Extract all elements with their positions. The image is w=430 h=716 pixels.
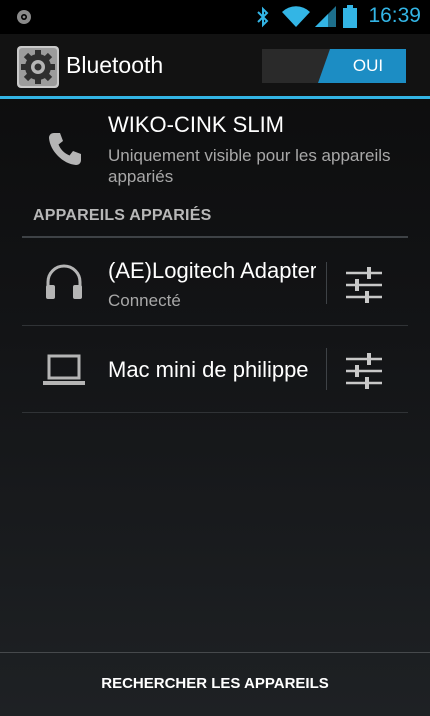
- battery-icon: [343, 5, 357, 28]
- phone-icon: [49, 133, 81, 165]
- signal-icon: [315, 6, 336, 27]
- action-bar-divider: [0, 96, 430, 99]
- settings-app-icon[interactable]: [16, 45, 60, 89]
- row-vertical-divider: [326, 262, 327, 304]
- status-time: 16:39: [368, 4, 421, 27]
- toggle-label: OUI: [352, 56, 384, 75]
- bluetooth-icon: [257, 6, 269, 28]
- laptop-icon: [43, 354, 85, 385]
- paired-device-name: (AE)Logitech Adapter: [108, 258, 316, 283]
- paired-device-name: Mac mini de philippe: [108, 357, 309, 382]
- search-devices-label: RECHERCHER LES APPAREILS: [101, 675, 329, 692]
- android-debug-icon: [17, 10, 31, 24]
- row-vertical-divider: [326, 348, 327, 390]
- status-bar: 16:39: [0, 0, 430, 34]
- page-title: Bluetooth: [66, 52, 164, 78]
- device-settings-icon[interactable]: [342, 263, 386, 307]
- wifi-icon: [282, 6, 310, 28]
- headphones-icon: [46, 264, 82, 299]
- search-devices-button[interactable]: RECHERCHER LES APPAREILS: [0, 653, 430, 716]
- this-device-name: WIKO-CINK SLIM: [108, 112, 285, 137]
- section-divider: [22, 236, 408, 238]
- this-device-visibility: Uniquement visible pour les appareils ap…: [108, 146, 391, 186]
- paired-devices-header: APPAREILS APPARIÉS: [33, 207, 212, 224]
- paired-device-status: Connecté: [108, 291, 181, 310]
- row-divider: [22, 412, 408, 413]
- device-settings-icon[interactable]: [342, 349, 386, 393]
- bluetooth-toggle[interactable]: OUI: [262, 49, 406, 83]
